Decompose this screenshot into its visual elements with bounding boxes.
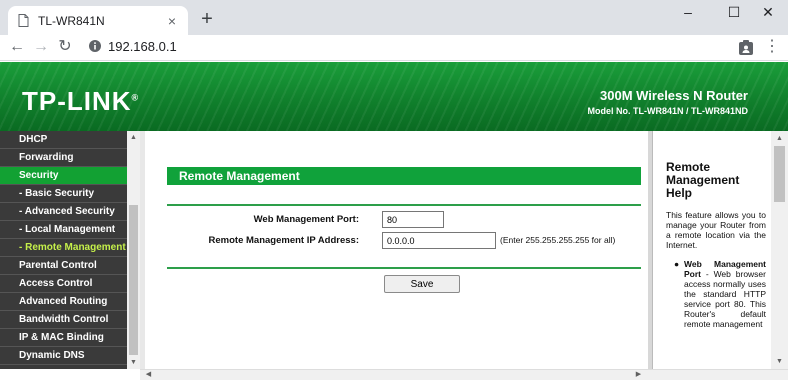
sidebar-menu: DHCP Forwarding Security - Basic Securit…: [0, 131, 140, 369]
tab-close-icon[interactable]: ×: [164, 13, 180, 29]
close-window-button[interactable]: ✕: [748, 2, 788, 22]
sidebar-item-advanced-security[interactable]: - Advanced Security: [0, 203, 127, 221]
profile-icon[interactable]: [736, 38, 756, 58]
sidebar-item-basic-security[interactable]: - Basic Security: [0, 185, 127, 203]
port-label: Web Management Port:: [253, 214, 359, 225]
bullet-icon: ●: [674, 259, 680, 269]
section-title: Remote Management: [167, 167, 641, 185]
help-title: Remote Management Help: [666, 160, 740, 200]
browser-menu-icon[interactable]: ⋮: [764, 36, 780, 58]
address-bar[interactable]: 192.168.0.1: [108, 39, 177, 54]
save-button[interactable]: Save: [384, 275, 460, 293]
minimize-button[interactable]: –: [668, 2, 708, 22]
help-scrollbar[interactable]: ▲ ▼: [771, 131, 788, 369]
divider: [167, 267, 641, 269]
sidebar-item-security[interactable]: Security: [0, 167, 127, 185]
help-intro: This feature allows you to manage your R…: [666, 210, 766, 250]
remote-ip-input[interactable]: [382, 232, 496, 249]
divider: [167, 204, 641, 206]
scroll-up-icon[interactable]: ▲: [771, 132, 788, 145]
scroll-down-icon[interactable]: ▼: [771, 355, 788, 368]
info-icon[interactable]: [88, 39, 102, 53]
scroll-left-icon[interactable]: ◀: [142, 368, 155, 380]
sidebar-item-local-management[interactable]: - Local Management: [0, 221, 127, 239]
help-scroll-thumb[interactable]: [774, 146, 785, 202]
browser-toolbar: ← → ↻ 192.168.0.1 ⋮: [0, 35, 788, 61]
help-panel: Remote Management Help This feature allo…: [652, 131, 771, 369]
sidebar-item-parental-control[interactable]: Parental Control: [0, 257, 127, 275]
ip-label: Remote Management IP Address:: [208, 235, 359, 246]
sidebar-item-forwarding[interactable]: Forwarding: [0, 149, 127, 167]
browser-tab[interactable]: TL-WR841N ×: [8, 6, 188, 35]
horizontal-scrollbar[interactable]: ◀ ▶: [140, 369, 788, 380]
help-frame: Remote Management Help This feature allo…: [648, 131, 788, 369]
scroll-down-icon[interactable]: ▼: [127, 356, 140, 369]
web-management-port-input[interactable]: [382, 211, 444, 228]
tab-title: TL-WR841N: [38, 13, 105, 28]
sidebar-scroll-thumb[interactable]: [129, 205, 138, 355]
product-name: 300M Wireless N Router: [600, 88, 748, 103]
router-header: TP-LINK® 300M Wireless N Router Model No…: [0, 62, 788, 131]
main-content: Remote Management Web Management Port: R…: [145, 131, 648, 369]
sidebar-item-bandwidth-control[interactable]: Bandwidth Control: [0, 311, 127, 329]
ip-hint: (Enter 255.255.255.255 for all): [500, 235, 616, 245]
sidebar-item-dynamic-dns[interactable]: Dynamic DNS: [0, 347, 127, 365]
help-bullet: ● Web Management Port - Web browser acces…: [674, 259, 766, 329]
sidebar-item-remote-management[interactable]: - Remote Management: [0, 239, 127, 257]
sidebar-item-access-control[interactable]: Access Control: [0, 275, 127, 293]
browser-tab-strip: TL-WR841N × + – ☐ ✕: [0, 0, 788, 35]
sidebar-item-ip-mac-binding[interactable]: IP & MAC Binding: [0, 329, 127, 347]
tp-link-logo: TP-LINK®: [22, 86, 140, 116]
model-number: Model No. TL-WR841N / TL-WR841ND: [587, 106, 748, 116]
sidebar-item-advanced-routing[interactable]: Advanced Routing: [0, 293, 127, 311]
page-icon: [16, 14, 30, 28]
sidebar-scrollbar[interactable]: ▲ ▼: [127, 131, 140, 369]
back-button[interactable]: ←: [6, 36, 28, 58]
sidebar-item-dhcp[interactable]: DHCP: [0, 131, 127, 149]
new-tab-button[interactable]: +: [196, 9, 218, 29]
forward-button[interactable]: →: [30, 36, 52, 58]
scroll-right-icon[interactable]: ▶: [632, 368, 645, 380]
scroll-up-icon[interactable]: ▲: [127, 131, 140, 144]
reload-button[interactable]: ↻: [54, 36, 76, 58]
